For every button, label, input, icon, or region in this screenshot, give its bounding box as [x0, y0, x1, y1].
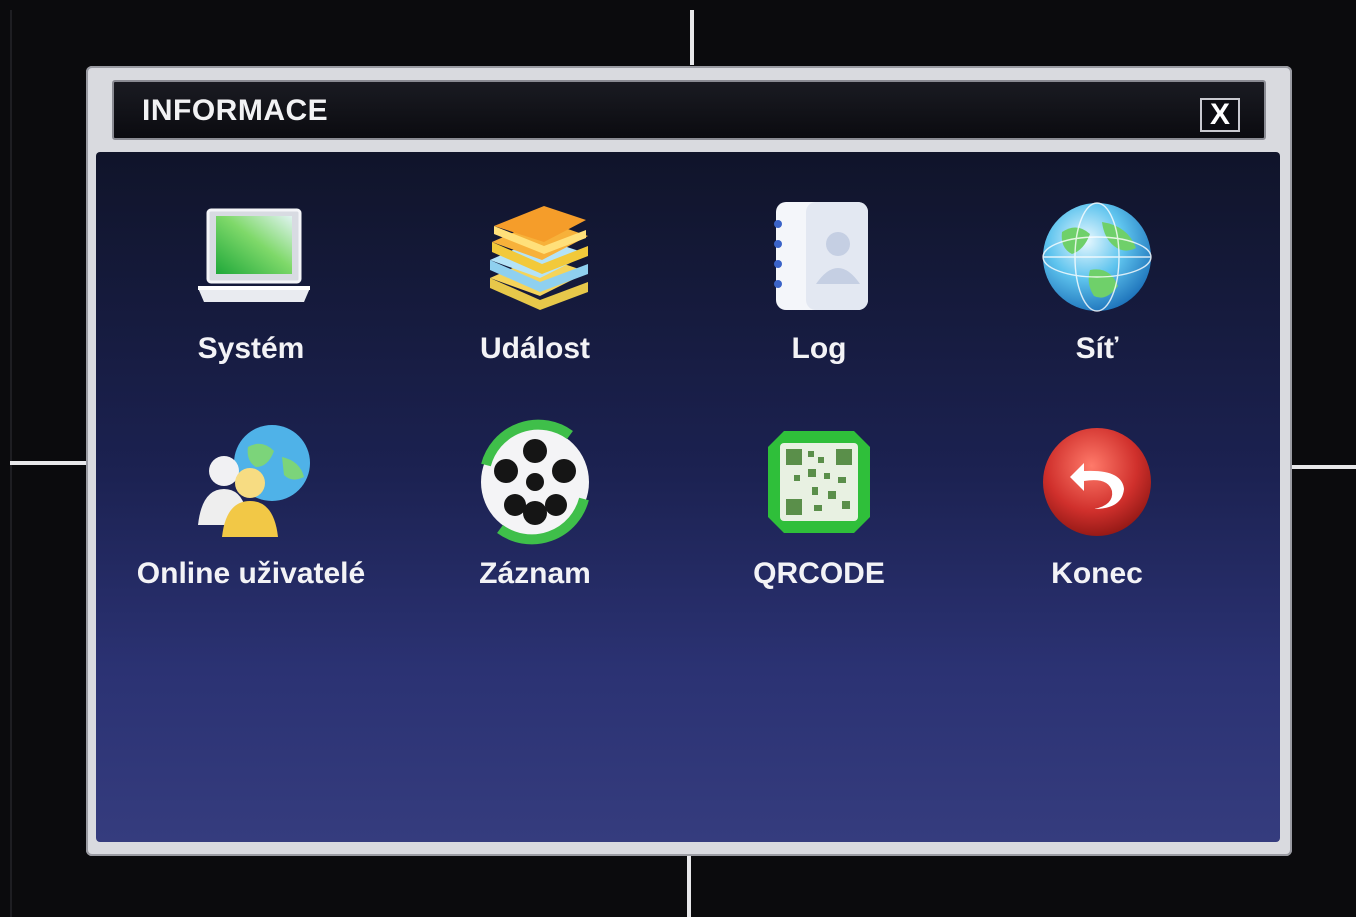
information-dialog: INFORMACE X Systém Událost Log Síť Onlin…	[86, 66, 1292, 856]
menu-item-record[interactable]: Záznam	[410, 417, 660, 591]
globe-icon	[1042, 202, 1152, 312]
menu-item-label: Systém	[197, 332, 305, 365]
dialog-title: INFORMACE	[142, 94, 329, 127]
close-button[interactable]: X	[1200, 98, 1240, 132]
menu-item-label: Událost	[479, 332, 590, 365]
split-line-left	[10, 461, 90, 465]
menu-item-qrcode[interactable]: QRCODE	[694, 417, 944, 591]
dialog-titlebar: INFORMACE X	[112, 80, 1266, 140]
split-line-right	[1284, 465, 1356, 469]
menu-item-label: Konec	[1051, 557, 1143, 590]
menu-item-log[interactable]: Log	[694, 192, 944, 366]
menu-item-exit[interactable]: Konec	[972, 417, 1222, 591]
film-reel-icon	[481, 419, 589, 545]
menu-item-label: Záznam	[479, 557, 591, 590]
menu-item-label: Síť	[1075, 332, 1119, 365]
books-icon	[490, 206, 588, 310]
online-users-icon	[198, 425, 310, 537]
menu-item-event[interactable]: Událost	[410, 192, 660, 366]
menu-item-label: QRCODE	[753, 557, 885, 590]
menu-item-network[interactable]: Síť	[972, 192, 1222, 366]
menu-item-label: Log	[791, 332, 847, 365]
close-icon: X	[1209, 98, 1230, 131]
menu-item-label: Online uživatelé	[136, 557, 366, 590]
laptop-icon	[198, 208, 310, 302]
exit-icon	[1043, 428, 1151, 536]
menu-item-online-users[interactable]: Online uživatelé	[126, 417, 376, 591]
split-line-top	[690, 10, 694, 65]
menu-panel: Systém Událost Log Síť Online uživatelé …	[96, 152, 1280, 842]
split-line-bottom	[687, 855, 691, 917]
menu-item-system[interactable]: Systém	[126, 192, 376, 366]
qr-code-icon	[768, 431, 870, 533]
address-book-icon	[774, 202, 868, 310]
